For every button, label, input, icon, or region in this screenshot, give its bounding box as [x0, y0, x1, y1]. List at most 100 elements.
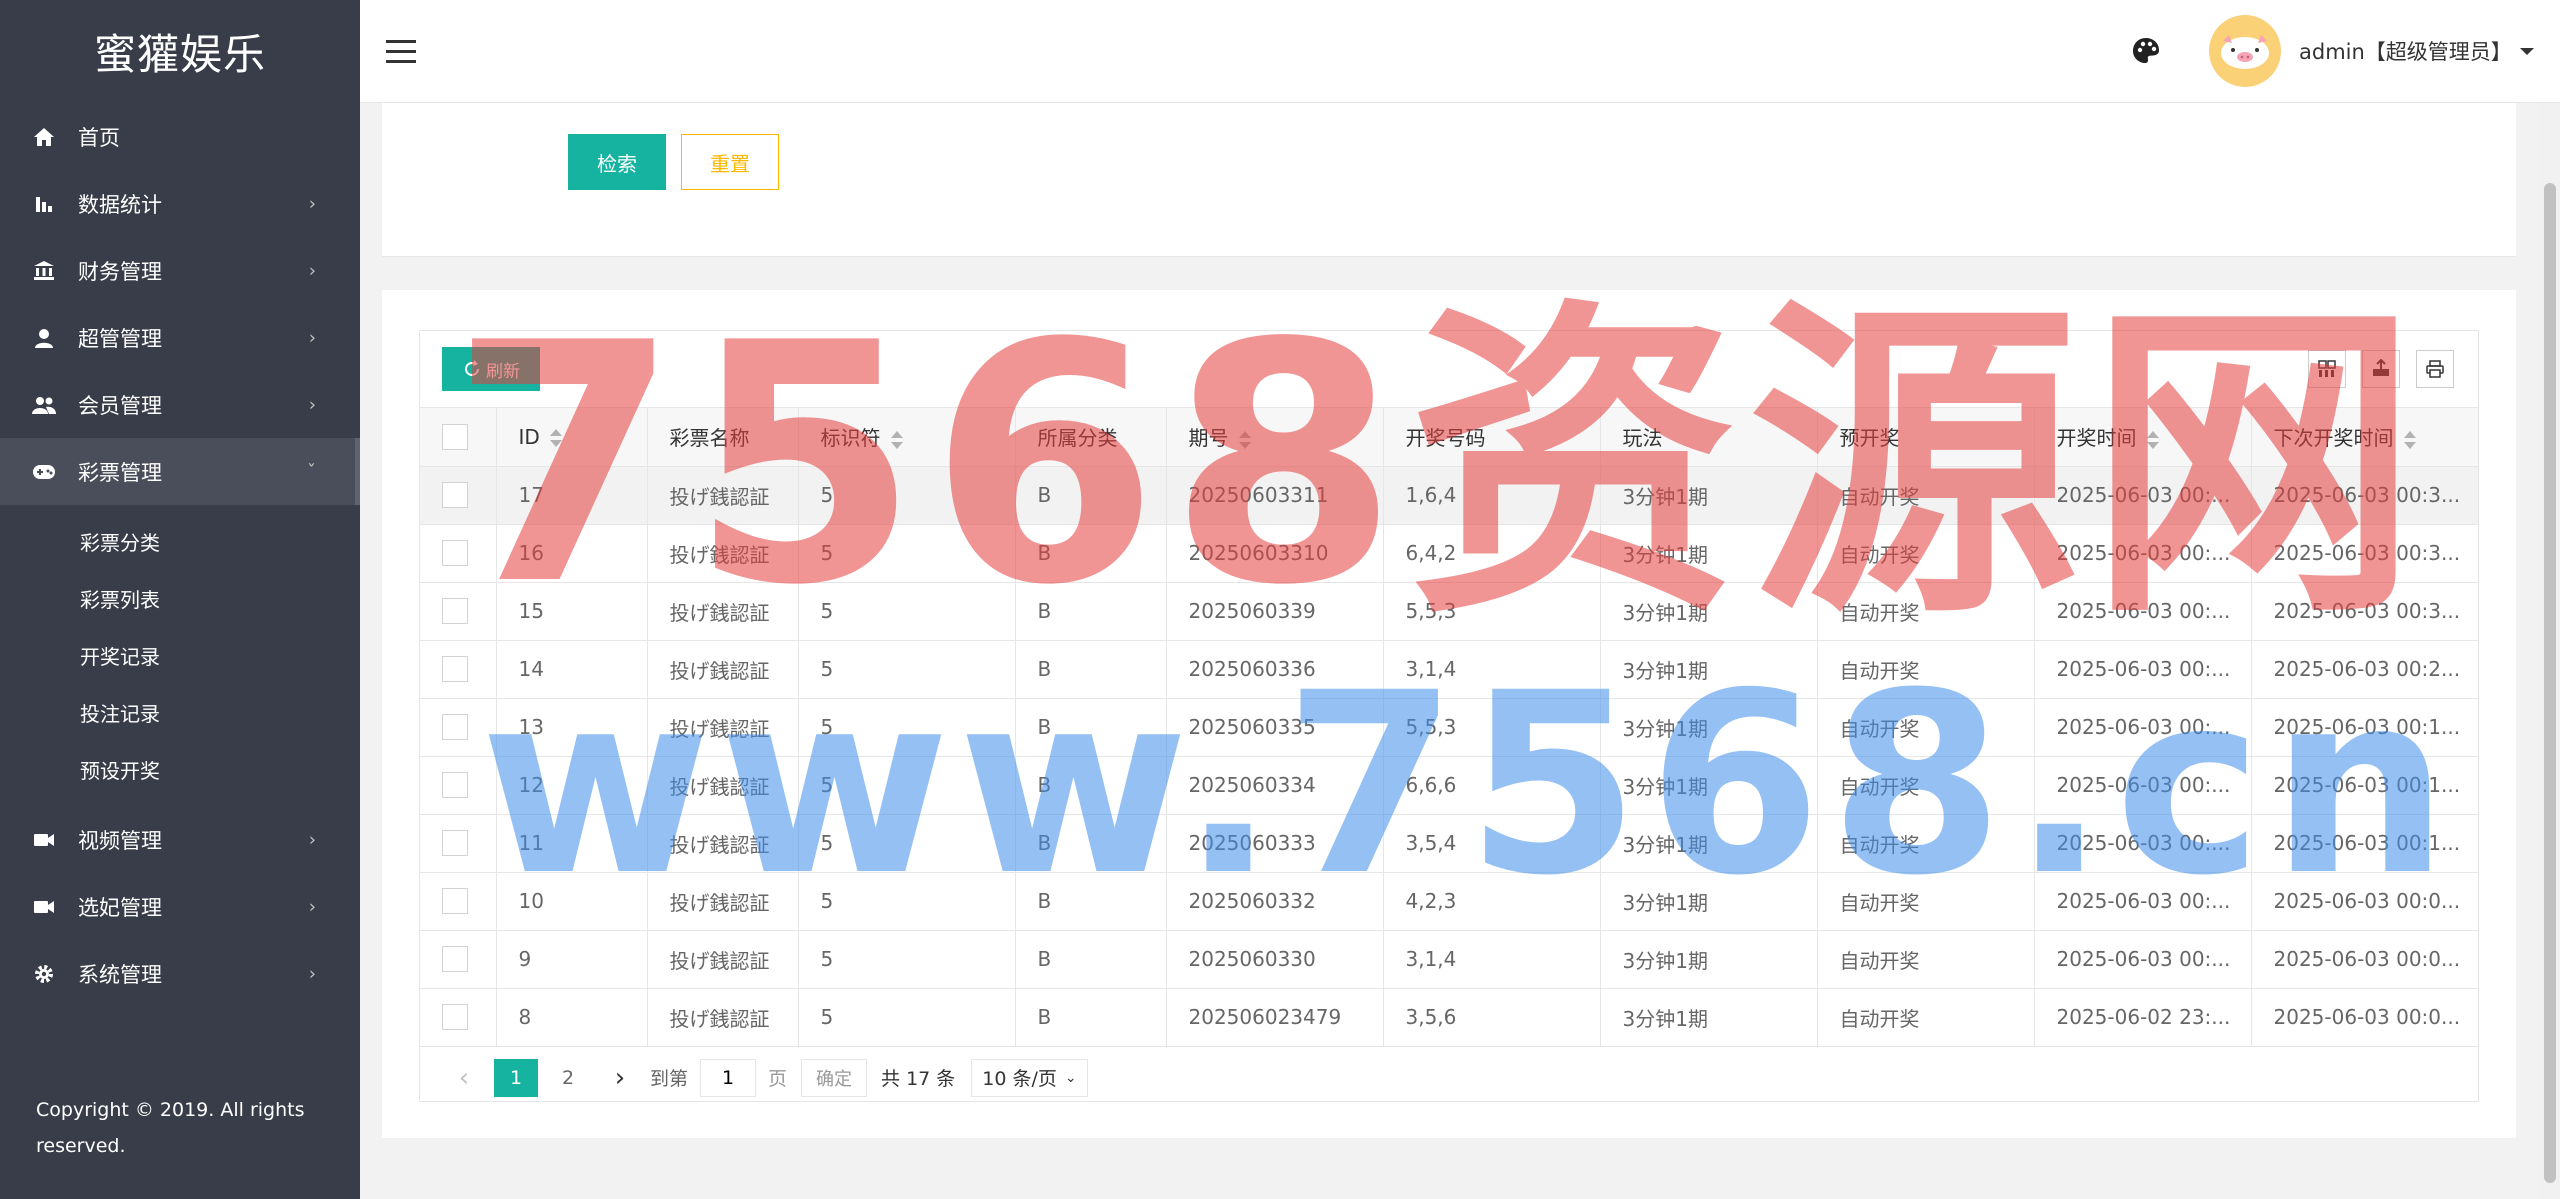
total-count: 共 17 条 — [881, 1068, 956, 1090]
column-header-id[interactable]: ID — [496, 408, 648, 467]
sidebar-item-stats[interactable]: 数据统计 › — [0, 170, 360, 237]
sidebar-item-lottery[interactable]: 彩票管理 ˇ — [0, 438, 360, 505]
menu-toggle-icon[interactable] — [386, 40, 416, 64]
user-menu[interactable]: admin【超级管理员】 — [2209, 15, 2534, 87]
table-row[interactable]: 12 投げ銭認証 5 B 2025060334 6,6,6 3分钟1期 自动开奖 2025-06… — [420, 756, 2478, 815]
reset-button[interactable]: 重置 — [681, 134, 779, 190]
table-row[interactable]: 16 投げ銭認証 5 B 20250603310 6,4,2 3分钟1期 自动开奖 2025-0… — [420, 524, 2478, 583]
table-row[interactable]: 17 投げ銭認証 5 B 20250603311 1,6,4 3分钟1期 自动开奖 2025-0… — [420, 466, 2478, 525]
cell-id: 12 — [496, 756, 648, 815]
sidebar-item-finance[interactable]: 财务管理 › — [0, 237, 360, 304]
page-scrollbar[interactable] — [2540, 103, 2560, 1199]
cell-next-draw-time: 2025-06-03 00:1... — [2251, 698, 2478, 757]
search-button[interactable]: 检索 — [568, 134, 666, 190]
chevron-right-icon: › — [308, 260, 316, 281]
table-row[interactable]: 9 投げ銭認証 5 B 2025060330 3,1,4 3分钟1期 自动开奖 2025-06-… — [420, 930, 2478, 989]
page-button-2[interactable]: 2 — [546, 1059, 590, 1097]
submenu-item-lottery-category[interactable]: 彩票分类 — [0, 513, 360, 570]
row-checkbox[interactable] — [442, 714, 468, 741]
cell-id: 16 — [496, 524, 648, 583]
select-all-checkbox[interactable] — [442, 424, 468, 450]
table-row[interactable]: 13 投げ銭認証 5 B 2025060335 5,5,3 3分钟1期 自动开奖 2025-06… — [420, 698, 2478, 757]
page-button-1[interactable]: 1 — [494, 1058, 538, 1097]
sidebar-item-label: 超管管理 — [78, 326, 162, 351]
bank-icon — [32, 259, 56, 283]
sidebar-item-members[interactable]: 会员管理 › — [0, 371, 360, 438]
table-row[interactable]: 15 投げ銭認証 5 B 2025060339 5,5,3 3分钟1期 自动开奖 2025-06… — [420, 582, 2478, 641]
cell-identifier: 5 — [798, 524, 1016, 583]
sort-icon[interactable] — [2146, 430, 2159, 449]
cell-next-draw-time: 2025-06-03 00:2... — [2251, 640, 2478, 699]
table-row[interactable]: 8 投げ銭認証 5 B 202506023479 3,5,6 3分钟1期 自动开奖 2025-0… — [420, 988, 2478, 1047]
goto-confirm-button[interactable]: 确定 — [801, 1058, 868, 1097]
cell-draw-number: 1,6,4 — [1383, 466, 1601, 525]
column-header-identifier[interactable]: 标识符 — [798, 408, 1016, 467]
row-checkbox[interactable] — [442, 772, 468, 799]
cell-category: B — [1015, 640, 1167, 699]
cell-id: 14 — [496, 640, 648, 699]
column-header-category: 所属分类 — [1015, 408, 1167, 467]
table-row[interactable]: 11 投げ銭認証 5 B 2025060333 3,5,4 3分钟1期 自动开奖 2025-06… — [420, 814, 2478, 873]
submenu-item-draw-records[interactable]: 开奖记录 — [0, 627, 360, 684]
columns-filter-button[interactable] — [2308, 350, 2346, 388]
sidebar-item-video[interactable]: 视频管理 › — [0, 806, 360, 873]
print-button[interactable] — [2416, 350, 2454, 388]
row-checkbox[interactable] — [442, 830, 468, 857]
app-logo[interactable]: 蜜獾娱乐 — [0, 0, 360, 103]
cell-identifier: 5 — [798, 698, 1016, 757]
sidebar-item-label: 首页 — [78, 125, 120, 150]
row-checkbox[interactable] — [442, 598, 468, 625]
sort-icon[interactable] — [2403, 430, 2416, 449]
cell-pre-draw: 自动开奖 — [1817, 640, 2035, 699]
row-checkbox[interactable] — [442, 656, 468, 683]
sidebar-item-concubine[interactable]: 选妃管理 › — [0, 873, 360, 940]
sort-icon[interactable] — [549, 429, 562, 448]
row-checkbox[interactable] — [442, 1004, 468, 1031]
export-button[interactable] — [2362, 350, 2400, 388]
cell-draw-number: 3,1,4 — [1383, 640, 1601, 699]
column-header-issue[interactable]: 期号 — [1166, 408, 1384, 467]
username: admin【超级管理员】 — [2299, 40, 2512, 64]
column-header-next-draw-time[interactable]: 下次开奖时间 — [2251, 408, 2478, 467]
goto-page-input[interactable] — [700, 1058, 757, 1097]
palette-icon[interactable] — [2131, 36, 2161, 70]
top-header: admin【超级管理员】 — [360, 0, 2560, 103]
submenu-item-bet-records[interactable]: 投注记录 — [0, 684, 360, 741]
submenu-item-lottery-list[interactable]: 彩票列表 — [0, 570, 360, 627]
cell-draw-time: 2025-06-03 00:... — [2034, 756, 2252, 815]
cell-draw-number: 5,5,3 — [1383, 698, 1601, 757]
next-page-button[interactable]: › — [598, 1059, 642, 1097]
sidebar-item-label: 视频管理 — [78, 828, 162, 853]
sidebar-item-admin[interactable]: 超管管理 › — [0, 304, 360, 371]
row-checkbox[interactable] — [442, 946, 468, 973]
avatar — [2209, 15, 2281, 87]
table-row[interactable]: 10 投げ銭認証 5 B 2025060332 4,2,3 3分钟1期 自动开奖 2025-06… — [420, 872, 2478, 931]
submenu-item-preset-draw[interactable]: 预设开奖 — [0, 741, 360, 798]
sort-icon[interactable] — [1238, 430, 1251, 449]
cell-name: 投げ銭認証 — [647, 466, 799, 525]
scrollbar-thumb[interactable] — [2544, 183, 2556, 1183]
row-select-cell — [420, 930, 497, 989]
row-checkbox[interactable] — [442, 482, 468, 509]
cell-pre-draw: 自动开奖 — [1817, 872, 2035, 931]
sort-icon[interactable] — [890, 430, 903, 449]
cell-name: 投げ銭認証 — [647, 756, 799, 815]
cell-identifier: 5 — [798, 814, 1016, 873]
row-checkbox[interactable] — [442, 888, 468, 915]
row-checkbox[interactable] — [442, 540, 468, 567]
refresh-button[interactable]: 刷新 — [442, 347, 540, 391]
prev-page-button[interactable]: ‹ — [442, 1059, 486, 1097]
cell-pre-draw: 自动开奖 — [1817, 698, 2035, 757]
chevron-right-icon: › — [308, 963, 316, 984]
row-select-cell — [420, 814, 497, 873]
cell-draw-time: 2025-06-03 00:... — [2034, 814, 2252, 873]
select-all-cell — [420, 408, 497, 467]
cell-identifier: 5 — [798, 988, 1016, 1047]
column-header-draw-time[interactable]: 开奖时间 — [2034, 408, 2252, 467]
cell-pre-draw: 自动开奖 — [1817, 988, 2035, 1047]
table-row[interactable]: 14 投げ銭認証 5 B 2025060336 3,1,4 3分钟1期 自动开奖 2025-06… — [420, 640, 2478, 699]
sidebar-item-system[interactable]: 系统管理 › — [0, 940, 360, 1007]
sidebar-item-home[interactable]: 首页 — [0, 103, 360, 170]
page-size-select[interactable]: 10 条/页 ⌄ — [971, 1058, 1088, 1097]
data-table-container: 刷新 ID 彩票名称 标识符 所属分类 期号 开奖号码 玩法 预开奖 开奖时间 … — [419, 330, 2479, 1102]
